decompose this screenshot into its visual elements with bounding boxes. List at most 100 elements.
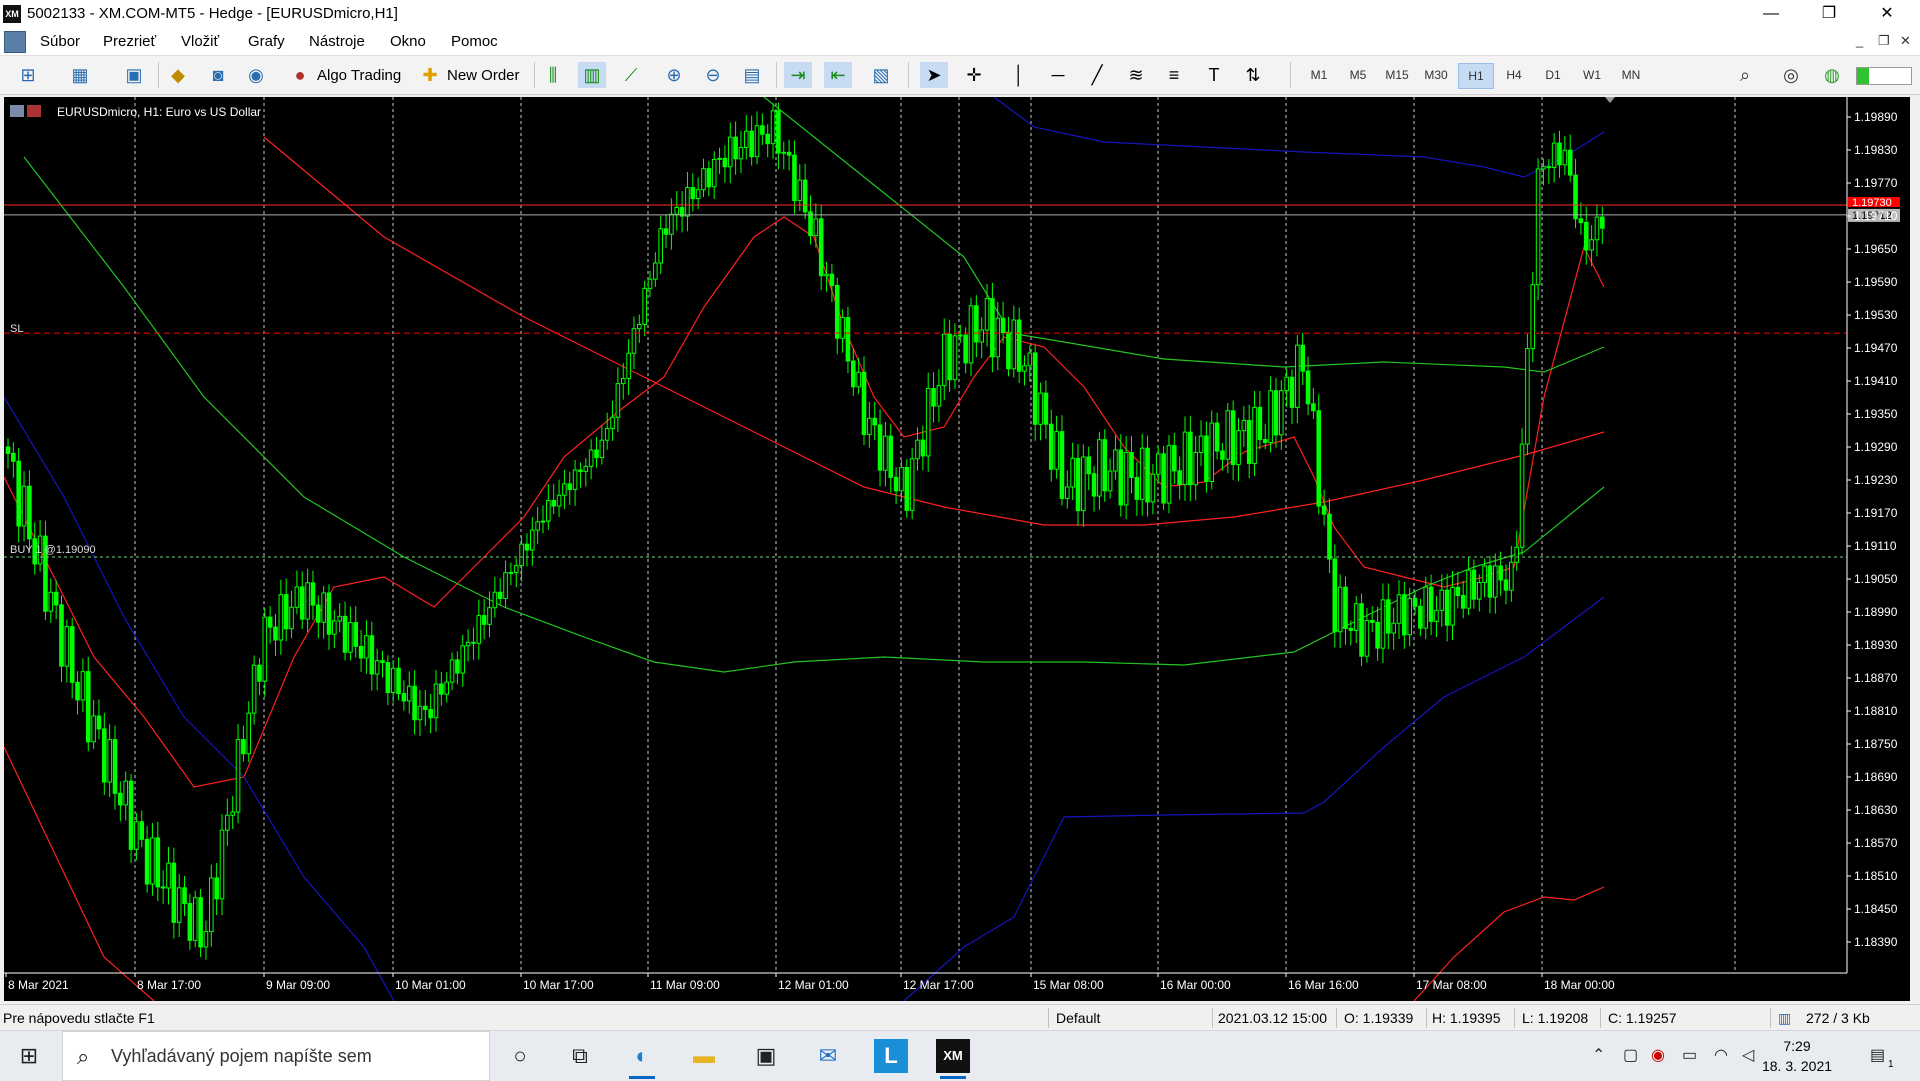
chart-shift-icon[interactable]: ⇤ [824, 62, 852, 88]
timeframe-w1[interactable]: W1 [1575, 63, 1609, 87]
arrows-icon[interactable]: ⇅ [1239, 62, 1267, 88]
restore-button[interactable]: ❐ [1806, 0, 1852, 28]
cursor-icon[interactable]: ➤ [920, 62, 948, 88]
candle-body-bull [1551, 142, 1557, 168]
chart-canvas[interactable]: 1.197301.19712 1.198901.198301.197701.19… [4, 97, 1910, 1001]
timeframe-h1[interactable]: H1 [1458, 63, 1494, 89]
tile-windows-icon[interactable]: ▤ [738, 62, 766, 88]
menu-insert[interactable]: Vložiť [181, 33, 219, 50]
clock-date: 18. 3. 2021 [1761, 1058, 1833, 1074]
templates-icon[interactable]: ▧ [867, 62, 895, 88]
edge-browser-icon[interactable]: ◐ [625, 1039, 659, 1079]
status-bar: Pre nápovedu stlačte F1 Default 2021.03.… [0, 1004, 1920, 1031]
new-chart-icon[interactable]: ⊞ [14, 62, 42, 88]
menu-help[interactable]: Pomoc [451, 33, 498, 50]
security-icon[interactable]: ◉ [1651, 1045, 1665, 1065]
timeframe-d1[interactable]: D1 [1536, 63, 1570, 87]
candle-body-bear [1418, 605, 1423, 629]
candle-body-bear [27, 485, 32, 540]
profiles-icon[interactable]: ▦ [66, 62, 94, 88]
close-button[interactable]: ✕ [1864, 0, 1910, 28]
search-icon[interactable]: ⌕ [1731, 62, 1759, 88]
candle-body-bull [1407, 597, 1413, 636]
windows-start-icon[interactable]: ⊞ [12, 1039, 46, 1073]
battery-icon[interactable]: ▭ [1682, 1045, 1697, 1065]
code-editor-icon[interactable]: ◆ [164, 62, 192, 88]
line-chart-icon[interactable]: ⟋ [617, 62, 645, 88]
buy-position-label[interactable]: BUY 1 @1.19090 [10, 544, 96, 556]
file-explorer-icon[interactable]: ▬ [687, 1039, 721, 1073]
candle-body-bull [166, 862, 171, 889]
menu-view[interactable]: Prezrieť [103, 33, 156, 50]
market-watch-icon[interactable]: ▣ [120, 62, 148, 88]
menu-window[interactable]: Okno [390, 33, 426, 50]
zoom-out-icon[interactable]: ⊖ [699, 62, 727, 88]
candle-body-bear [481, 615, 487, 625]
notifications-icon[interactable]: ▤ [1870, 1045, 1885, 1065]
candle-body-bull [80, 671, 86, 701]
text-tool-icon[interactable]: T [1200, 62, 1228, 88]
crosshair-icon[interactable]: ✛ [960, 62, 988, 88]
candle-body-bull [738, 146, 744, 160]
candle-body-bull [1236, 430, 1241, 465]
menu-file[interactable]: Súbor [40, 33, 80, 50]
account-icon[interactable]: ◎ [1777, 62, 1805, 88]
candle-body-bull [1450, 586, 1455, 626]
candle-body-bull [1113, 449, 1118, 472]
chart-window-icon[interactable] [4, 31, 26, 53]
mdi-minimize-button[interactable]: _ [1856, 33, 1863, 48]
chart-shift-marker [1605, 97, 1615, 103]
status-divider [1600, 1008, 1601, 1028]
mail-icon[interactable]: ✉ [811, 1039, 845, 1073]
bar-datetime: 2021.03.12 15:00 [1218, 1010, 1327, 1026]
strategy-tester-icon[interactable]: ◙ [204, 62, 232, 88]
vertical-line-icon[interactable]: │ [1005, 62, 1033, 88]
store-icon[interactable]: ▣ [749, 1039, 783, 1073]
profile-name: Default [1056, 1010, 1101, 1026]
candle-body-bear [139, 821, 145, 840]
wifi-icon[interactable]: ◠ [1714, 1045, 1728, 1065]
menu-charts[interactable]: Grafy [248, 33, 285, 50]
meet-now-icon[interactable]: ▢ [1623, 1045, 1638, 1065]
show-hidden-icons-icon[interactable]: ⌃ [1592, 1045, 1605, 1065]
task-view-icon[interactable]: ⧉ [563, 1039, 597, 1073]
zoom-in-icon[interactable]: ⊕ [660, 62, 688, 88]
timeframe-m5[interactable]: M5 [1341, 63, 1375, 87]
minimize-button[interactable]: — [1748, 0, 1794, 28]
mdi-restore-button[interactable]: ❐ [1878, 33, 1890, 49]
candle-body-bear [1172, 445, 1177, 472]
mdi-close-button[interactable]: ✕ [1900, 33, 1911, 49]
taskbar-clock[interactable]: 7:29 18. 3. 2021 [1752, 1036, 1842, 1076]
trend-line-icon[interactable]: ╱ [1083, 62, 1111, 88]
connection-icon: ▥ [1778, 1010, 1792, 1026]
l-app-icon[interactable]: L [874, 1039, 908, 1073]
timeframe-m15[interactable]: M15 [1380, 63, 1414, 87]
xm-mt5-taskbar-icon[interactable]: XM [936, 1039, 970, 1079]
signal-level-icon[interactable]: ◍ [1818, 62, 1846, 88]
timeframe-m30[interactable]: M30 [1419, 63, 1453, 87]
bar-chart-icon[interactable]: ⫼ [539, 62, 567, 88]
signals-icon[interactable]: ◉ [242, 62, 270, 88]
candle-body-bull [1530, 284, 1536, 350]
candle-body-bull [1535, 168, 1541, 286]
channel-icon[interactable]: ≡ [1160, 62, 1188, 88]
horizontal-line-icon[interactable]: ─ [1044, 62, 1072, 88]
menu-tools[interactable]: Nástroje [309, 33, 365, 50]
autoscroll-icon[interactable]: ⇥ [784, 62, 812, 88]
candlestick-chart-icon[interactable]: ▥ [578, 62, 606, 88]
candle-body-bear [947, 333, 952, 381]
timeframe-mn[interactable]: MN [1614, 63, 1648, 87]
candle-body-bear [594, 449, 599, 459]
taskbar-search-box[interactable]: ⌕ Vyhľadávaný pojem napíšte sem [62, 1031, 490, 1081]
cortana-icon[interactable]: ○ [503, 1039, 537, 1073]
candle-body-bear [75, 681, 80, 701]
fibonacci-icon[interactable]: ≋ [1122, 62, 1150, 88]
algo-trading-icon[interactable]: ● [286, 62, 314, 88]
algo-trading-button[interactable]: Algo Trading [317, 67, 401, 84]
new-order-icon[interactable]: ✚ [416, 62, 444, 88]
timeframe-m1[interactable]: M1 [1302, 63, 1336, 87]
new-order-button[interactable]: New Order [447, 67, 520, 84]
price-chart[interactable]: 1.19730 1.19712 1.19890 1.19830 1.19770 1.19… [4, 97, 1910, 1001]
timeframe-h4[interactable]: H4 [1497, 63, 1531, 87]
candle-body-bear [59, 604, 64, 667]
